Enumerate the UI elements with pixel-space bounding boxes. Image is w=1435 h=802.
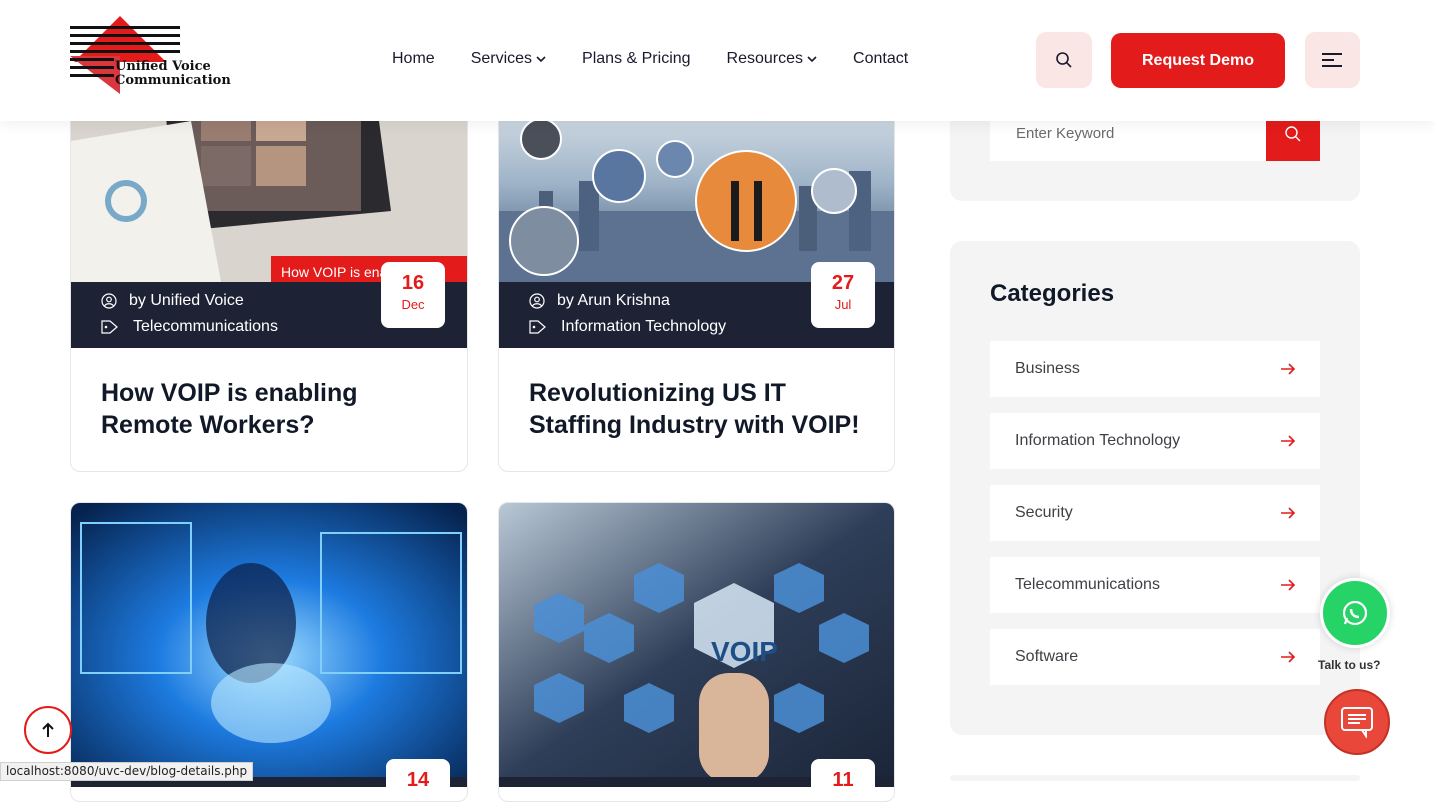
arrow-right-icon: [1281, 507, 1296, 519]
category-row: Telecommunications: [101, 318, 278, 336]
user-icon: [101, 293, 117, 309]
date-badge: 27 Jul: [811, 262, 875, 328]
category-label: Information Technology: [1015, 432, 1181, 449]
nav-plans[interactable]: Plans & Pricing: [582, 50, 691, 68]
category-label: Business: [1015, 360, 1080, 377]
category-label: Software: [1015, 648, 1079, 665]
logo-line-1: Unified Voice: [115, 59, 211, 74]
menu-button[interactable]: [1305, 32, 1360, 88]
arrow-right-icon: [1281, 363, 1296, 375]
logo-text: Unified Voice Communication: [115, 60, 231, 88]
post-image[interactable]: VOIP: [499, 503, 895, 783]
search-icon: [1056, 52, 1072, 68]
nav-home-label: Home: [392, 50, 435, 67]
post-category[interactable]: Telecommunications: [133, 318, 278, 336]
author-row: by Unified Voice: [101, 292, 244, 310]
category-row: Information Technology: [529, 318, 726, 336]
talk-to-us-label: Talk to us?: [1318, 658, 1381, 672]
scroll-to-top-button[interactable]: [24, 706, 72, 754]
date-month: Dec: [401, 297, 425, 312]
categories-heading: Categories: [990, 280, 1115, 307]
date-day: 16: [401, 272, 425, 294]
image-caption: How VOIP is enab: [281, 264, 395, 280]
category-label: Telecommunications: [1015, 576, 1160, 593]
whatsapp-icon: [1342, 600, 1368, 626]
nav-services[interactable]: Services: [471, 50, 546, 68]
post-author[interactable]: by Arun Krishna: [557, 292, 670, 310]
date-month: Jul: [834, 297, 852, 312]
user-icon: [529, 293, 545, 309]
category-telecommunications[interactable]: Telecommunications: [990, 557, 1320, 613]
arrow-right-icon: [1281, 435, 1296, 447]
header-search-button[interactable]: [1036, 32, 1092, 88]
blog-card[interactable]: VOIP 11: [498, 502, 895, 802]
chat-bubble-icon: [1341, 707, 1373, 738]
post-category[interactable]: Information Technology: [561, 318, 726, 336]
post-title[interactable]: Revolutionizing US IT Staffing Industry …: [529, 377, 879, 441]
blog-card[interactable]: How VOIP is enab by Unified Voice Teleco…: [70, 60, 468, 472]
nav-home[interactable]: Home: [392, 50, 435, 68]
category-software[interactable]: Software: [990, 629, 1320, 685]
voip-label: VOIP: [711, 636, 778, 667]
arrow-right-icon: [1281, 579, 1296, 591]
tag-icon: [101, 320, 118, 334]
category-information-technology[interactable]: Information Technology: [990, 413, 1320, 469]
category-security[interactable]: Security: [990, 485, 1320, 541]
category-business[interactable]: Business: [990, 341, 1320, 397]
nav-services-label: Services: [470, 50, 533, 67]
nav-contact-label: Contact: [853, 50, 909, 67]
nav-plans-label: Plans & Pricing: [582, 50, 691, 67]
site-header: Unified Voice Communication Home Service…: [0, 0, 1435, 121]
chevron-down-icon: [807, 56, 817, 63]
blog-card[interactable]: by Arun Krishna Information Technology 2…: [498, 60, 895, 472]
logo-line-2: Communication: [115, 73, 231, 88]
blog-card[interactable]: 14: [70, 502, 468, 802]
main-nav: Home Services Plans & Pricing Resources …: [392, 50, 944, 68]
nav-resources-label: Resources: [726, 50, 804, 67]
search-icon: [1285, 125, 1301, 141]
next-widget: [950, 775, 1360, 781]
arrow-up-icon: [42, 722, 54, 737]
request-demo-button[interactable]: Request Demo: [1111, 33, 1285, 88]
author-row: by Arun Krishna: [529, 292, 670, 310]
date-day: 27: [831, 272, 855, 294]
post-title[interactable]: How VOIP is enabling Remote Workers?: [101, 377, 451, 441]
hamburger-icon: [1321, 53, 1342, 67]
post-author[interactable]: by Unified Voice: [129, 292, 244, 310]
status-bar-url: localhost:8080/uvc-dev/blog-details.php: [0, 762, 254, 781]
post-image[interactable]: [71, 503, 468, 783]
category-label: Security: [1015, 504, 1073, 521]
whatsapp-button[interactable]: [1320, 578, 1390, 648]
chat-button[interactable]: [1324, 689, 1390, 755]
arrow-right-icon: [1281, 651, 1296, 663]
nav-contact[interactable]: Contact: [853, 50, 908, 68]
chevron-down-icon: [536, 56, 546, 63]
nav-resources[interactable]: Resources: [727, 50, 817, 68]
tag-icon: [529, 320, 546, 334]
date-badge: 16 Dec: [381, 262, 445, 328]
